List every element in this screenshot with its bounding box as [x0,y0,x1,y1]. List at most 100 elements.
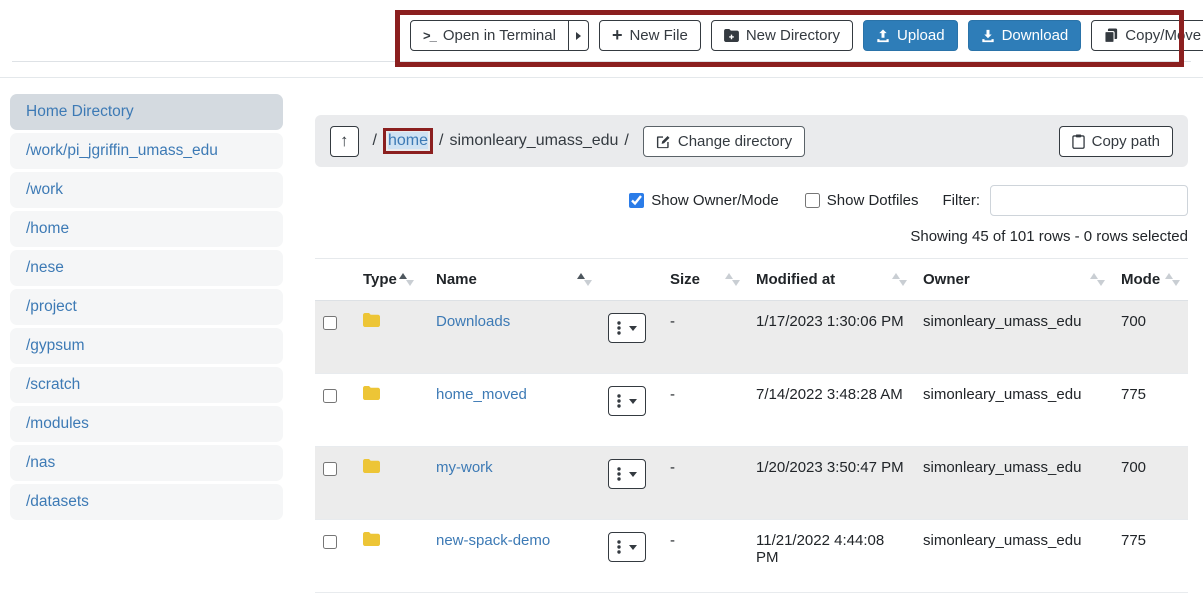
file-modified: 1/17/2023 1:30:06 PM [748,301,915,374]
file-size: - [662,447,748,520]
sidebar-item-gypsum[interactable]: /gypsum [10,328,283,364]
column-header-mode[interactable]: Mode [1113,259,1188,301]
change-directory-label: Change directory [678,133,792,150]
open-in-terminal-label: Open in Terminal [443,27,556,44]
breadcrumb-separator: / [624,132,628,150]
row-actions-dropdown[interactable] [608,386,646,416]
caret-down-icon [629,326,637,331]
new-directory-label: New Directory [746,27,840,44]
copy-path-button[interactable]: Copy path [1059,126,1173,157]
new-directory-button[interactable]: New Directory [711,20,853,51]
column-header-type[interactable]: Type [355,259,428,301]
row-select-checkbox[interactable] [323,462,337,476]
download-icon [981,29,995,43]
file-name-link[interactable]: new-spack-demo [436,532,550,549]
terminal-icon: >_ [423,28,436,43]
show-owner-mode-label: Show Owner/Mode [651,192,779,209]
sidebar-item-home[interactable]: /home [10,211,283,247]
file-size: - [662,301,748,374]
download-button[interactable]: Download [968,20,1082,51]
sort-carets-icon [892,273,907,286]
clipboard-icon [1072,134,1085,149]
column-header-actions [600,259,662,301]
open-in-terminal-dropdown-toggle[interactable] [569,20,589,51]
file-mode: 775 [1113,520,1188,593]
column-header-size[interactable]: Size [662,259,748,301]
breadcrumb: / home / simonleary_umass_edu / [373,128,629,153]
file-browser-main: ↑ / home / simonleary_umass_edu / Change… [315,115,1188,593]
table-header-row: Type Name Size Modified at Owner [315,259,1188,301]
breadcrumb-current-directory: simonleary_umass_edu [449,132,618,150]
open-in-terminal-group: >_ Open in Terminal [410,20,589,51]
sort-carets-icon [577,273,592,286]
plus-icon: + [612,26,623,44]
upload-label: Upload [897,27,945,44]
show-dotfiles-checkbox[interactable] [805,193,820,208]
copy-move-button[interactable]: Copy/Move [1091,20,1203,51]
sidebar-item-work[interactable]: /work [10,172,283,208]
caret-down-icon [629,472,637,477]
file-modified: 11/21/2022 4:44:08 PM [748,520,915,593]
caret-down-icon [629,399,637,404]
file-name-link[interactable]: my-work [436,459,493,476]
row-select-checkbox[interactable] [323,389,337,403]
sidebar-item-nese[interactable]: /nese [10,250,283,286]
navbar-divider [12,61,1191,62]
sidebar-item-modules[interactable]: /modules [10,406,283,442]
show-owner-mode-checkbox[interactable] [629,193,644,208]
sidebar-item-work-pi-jgriffin[interactable]: /work/pi_jgriffin_umass_edu [10,133,283,169]
column-header-owner[interactable]: Owner [915,259,1113,301]
show-owner-mode-control[interactable]: Show Owner/Mode [629,192,779,209]
show-dotfiles-label: Show Dotfiles [827,192,919,209]
row-actions-dropdown[interactable] [608,313,646,343]
table-controls: Show Owner/Mode Show Dotfiles Filter: [315,185,1188,216]
sort-carets-icon [399,273,414,286]
up-directory-button[interactable]: ↑ [330,126,359,157]
row-select-checkbox[interactable] [323,535,337,549]
caret-down-icon [629,545,637,550]
change-directory-button[interactable]: Change directory [643,126,805,157]
file-name-link[interactable]: home_moved [436,386,527,403]
sort-carets-icon [1165,273,1180,286]
sidebar-item-scratch[interactable]: /scratch [10,367,283,403]
column-header-select [315,259,355,301]
sidebar-item-project[interactable]: /project [10,289,283,325]
sidebar-item-home-directory[interactable]: Home Directory [10,94,283,130]
file-size: - [662,520,748,593]
upload-icon [876,29,890,43]
kebab-icon [617,321,621,335]
folder-icon [363,386,380,400]
edit-icon [656,134,671,149]
breadcrumb-home-link[interactable]: home [388,132,428,149]
row-actions-dropdown[interactable] [608,532,646,562]
open-in-terminal-button[interactable]: >_ Open in Terminal [410,20,569,51]
file-toolbar: >_ Open in Terminal + New File New Direc… [410,20,1203,51]
favorites-sidebar: Home Directory /work/pi_jgriffin_umass_e… [10,94,283,523]
row-actions-dropdown[interactable] [608,459,646,489]
file-owner: simonleary_umass_edu [915,520,1113,593]
upload-button[interactable]: Upload [863,20,958,51]
filter-input[interactable] [990,185,1188,216]
file-owner: simonleary_umass_edu [915,301,1113,374]
sidebar-item-datasets[interactable]: /datasets [10,484,283,520]
table-row: new-spack-demo - 11/21/2022 4:44:08 PM s… [315,520,1188,593]
annotation-box-home: home [383,128,433,153]
row-select-checkbox[interactable] [323,316,337,330]
page-divider [0,77,1203,78]
file-owner: simonleary_umass_edu [915,374,1113,447]
folder-icon [363,313,380,327]
sidebar-item-nas[interactable]: /nas [10,445,283,481]
copy-icon [1104,28,1118,43]
table-row: my-work - 1/20/2023 3:50:47 PM simonlear… [315,447,1188,520]
folder-icon [363,459,380,473]
file-owner: simonleary_umass_edu [915,447,1113,520]
file-mode: 700 [1113,301,1188,374]
show-dotfiles-control[interactable]: Show Dotfiles [805,192,919,209]
rows-status: Showing 45 of 101 rows - 0 rows selected [315,228,1188,245]
kebab-icon [617,467,621,481]
file-name-link[interactable]: Downloads [436,313,510,330]
column-header-name[interactable]: Name [428,259,600,301]
kebab-icon [617,540,621,554]
new-file-button[interactable]: + New File [599,20,701,51]
column-header-modified-at[interactable]: Modified at [748,259,915,301]
